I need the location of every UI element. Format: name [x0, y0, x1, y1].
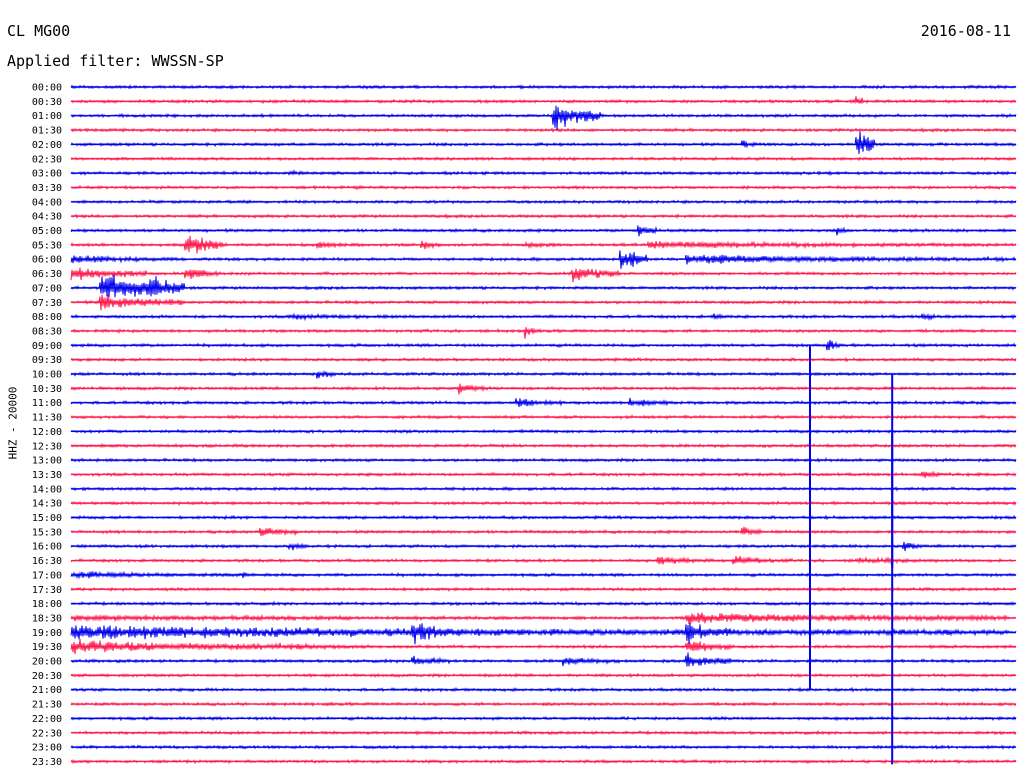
row-label: 08:30 — [32, 326, 62, 337]
row-label: 20:30 — [32, 671, 62, 682]
row-label: 23:00 — [32, 743, 62, 754]
row-label: 13:00 — [32, 456, 62, 467]
trace-line — [70, 652, 1017, 667]
row-label: 15:30 — [32, 527, 62, 538]
trace-line — [70, 383, 1017, 395]
trace-line — [70, 131, 1017, 155]
trace-line — [70, 622, 1017, 645]
trace-line — [70, 96, 1017, 105]
row-label: 12:00 — [32, 427, 62, 438]
row-label: 13:30 — [32, 470, 62, 481]
row-label: 03:00 — [32, 169, 62, 180]
row-label: 19:00 — [32, 628, 62, 639]
row-label: 05:30 — [32, 240, 62, 251]
row-label: 02:00 — [32, 140, 62, 151]
row-label: 21:30 — [32, 700, 62, 711]
trace-line — [70, 274, 1017, 298]
row-label: 04:30 — [32, 212, 62, 223]
trace-line — [70, 267, 1017, 283]
row-label: 07:30 — [32, 298, 62, 309]
row-label: 18:00 — [32, 599, 62, 610]
row-label: 07:00 — [32, 283, 62, 294]
row-label: 17:30 — [32, 585, 62, 596]
row-label: 21:00 — [32, 685, 62, 696]
row-label: 22:30 — [32, 728, 62, 739]
trace-line — [70, 369, 1017, 379]
row-label: 04:00 — [32, 197, 62, 208]
row-label: 17:00 — [32, 570, 62, 581]
trace-lines — [70, 84, 1017, 765]
helicorder-plot: 00:00 00:30 01:00 01:30 02:00 02:30 03:00 03:30… — [32, 83, 1017, 768]
row-label: 16:30 — [32, 556, 62, 567]
row-label: 11:00 — [32, 398, 62, 409]
row-label: 02:30 — [32, 154, 62, 165]
row-label: 00:00 — [32, 83, 62, 94]
row-label: 20:00 — [32, 657, 62, 668]
row-label: 05:00 — [32, 226, 62, 237]
row-label: 06:30 — [32, 269, 62, 280]
row-label: 23:30 — [32, 757, 62, 768]
row-label: 14:30 — [32, 499, 62, 510]
row-label: 18:30 — [32, 613, 62, 624]
row-label: 01:30 — [32, 126, 62, 137]
row-label: 11:30 — [32, 413, 62, 424]
row-label: 22:00 — [32, 714, 62, 725]
row-label: 08:00 — [32, 312, 62, 323]
trace-line — [70, 105, 1017, 131]
row-label: 00:30 — [32, 97, 62, 108]
row-label: 03:30 — [32, 183, 62, 194]
row-label: 10:00 — [32, 370, 62, 381]
row-label: 16:00 — [32, 542, 62, 553]
row-label: 19:30 — [32, 642, 62, 653]
row-label: 06:00 — [32, 255, 62, 266]
row-label: 14:00 — [32, 484, 62, 495]
row-label: 09:00 — [32, 341, 62, 352]
trace-line — [70, 327, 1017, 339]
row-label: 10:30 — [32, 384, 62, 395]
row-labels: 00:00 00:30 01:00 01:30 02:00 02:30 03:00 03:30… — [32, 83, 62, 768]
row-label: 15:00 — [32, 513, 62, 524]
row-label: 01:00 — [32, 111, 62, 122]
row-label: 09:30 — [32, 355, 62, 366]
row-label: 12:30 — [32, 441, 62, 452]
